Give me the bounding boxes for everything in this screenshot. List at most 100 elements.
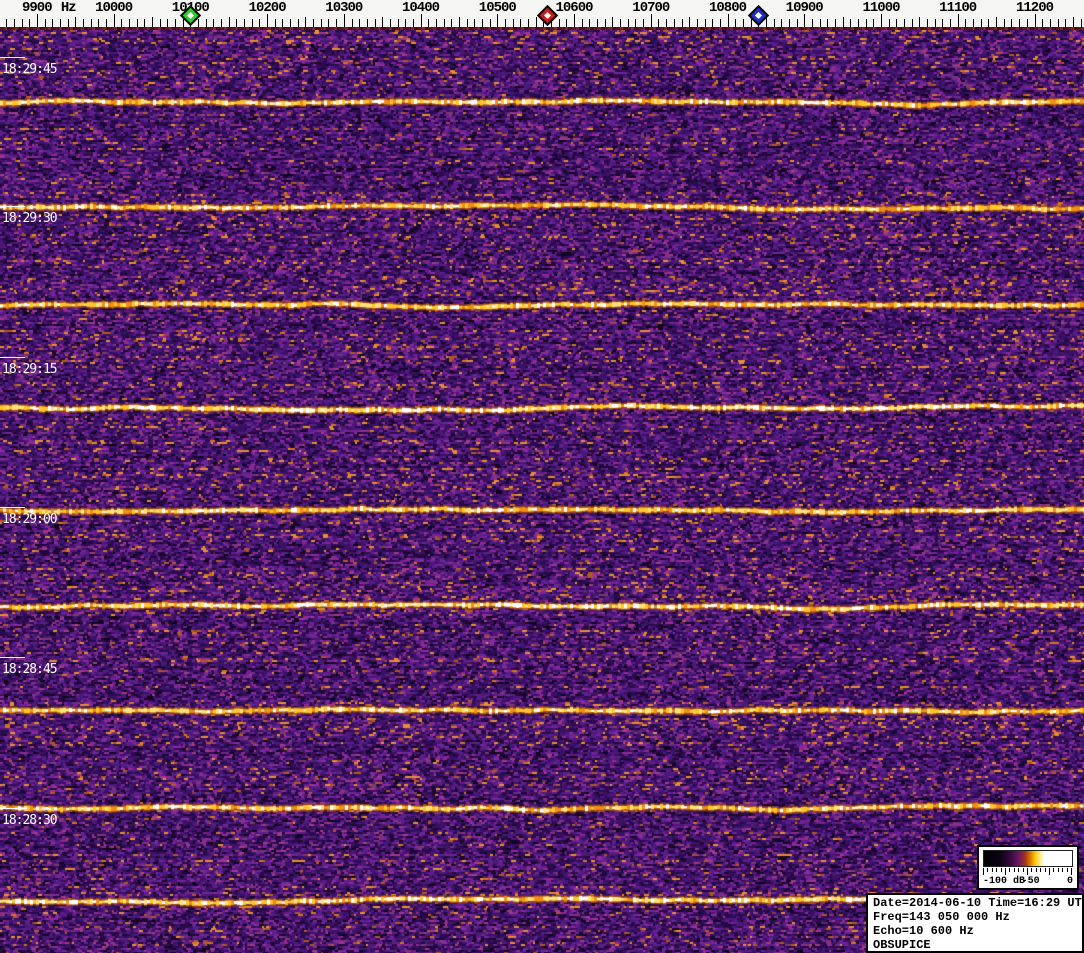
ruler-tick [520,19,522,27]
ruler-tick [996,17,998,27]
amplitude-legend: -100 dB -50 0 [977,845,1079,890]
ruler-tick [627,19,629,27]
ruler-tick [458,17,460,27]
ruler-tick [1057,19,1059,27]
ruler-tick [151,17,153,27]
ruler-tick [1049,19,1051,27]
legend-tick [1009,868,1011,872]
amplitude-legend-labels: -100 dB -50 0 [983,876,1073,888]
legend-tick [983,868,984,875]
marker-center-dot [754,11,762,20]
time-tick [0,357,25,358]
ruler-tick [428,19,430,27]
ruler-tick [228,17,230,27]
ruler-tick [435,19,437,27]
legend-tick [1035,868,1037,872]
ruler-tick [850,19,852,27]
ruler-tick [213,19,215,27]
ruler-tick [405,19,407,27]
ruler-tick [52,19,54,27]
ruler-tick [919,17,921,27]
ruler-tick [980,19,982,27]
ruler-tick [382,17,384,27]
ruler-tick [581,19,583,27]
ruler-tick [29,19,31,27]
ruler-tick [558,19,560,27]
ruler-tick [198,19,199,27]
ruler-tick [328,19,330,27]
ruler-tick [98,19,100,27]
ruler-tick [297,19,299,27]
ruler-tick [236,19,238,27]
ruler-tick [911,19,913,27]
ruler-tick [313,19,315,27]
ruler-label: 10700 [632,0,670,16]
ruler-tick [290,19,292,27]
ruler-label: 10000 [95,0,133,16]
time-tick [0,507,25,508]
ruler-tick [712,19,714,27]
ruler-tick [773,19,775,27]
amplitude-legend-ticks [983,868,1073,876]
ruler-tick [942,19,944,27]
ruler-tick [873,19,875,27]
legend-tick [1062,868,1064,872]
ruler-tick [351,19,353,27]
time-label: 18:29:30 [2,211,58,226]
ruler-tick [259,19,261,27]
ruler-tick [673,19,675,27]
ruler-tick [666,19,668,27]
ruler-tick [827,19,829,27]
ruler-tick [59,19,61,27]
ruler-label: 9900 [21,0,53,16]
ruler-tick [443,19,445,27]
ruler-tick [635,19,637,27]
legend-tick [1013,868,1015,872]
legend-tick [1053,868,1055,872]
ruler-tick [412,19,414,27]
ruler-tick [128,19,130,27]
ruler-tick [811,19,813,27]
ruler-tick [735,19,737,27]
frequency-ruler[interactable]: 9900100001010010200103001040010500106001… [0,0,1084,27]
ruler-label: 10900 [785,0,824,16]
ruler-tick [374,19,376,27]
ruler-tick [336,19,338,27]
ruler-label: 10600 [555,0,593,16]
spectrogram-waterfall[interactable] [0,30,1084,953]
ruler-label: 11200 [1015,0,1054,16]
ruler-tick [704,19,706,27]
info-frequency: Freq=143 050 000 Hz [873,910,1010,924]
legend-tick [991,868,993,872]
ruler-label: 10400 [401,0,440,16]
ruler-tick [658,19,660,27]
ruler-tick [474,19,476,27]
ruler-tick [589,19,591,27]
time-tick [0,206,25,207]
info-date-time: Date=2014-06-10 Time=16:29 UTC [873,896,1084,910]
legend-tick [1049,868,1050,875]
legend-mid-label: -50 [1021,876,1040,887]
time-tick [0,57,25,58]
ruler-tick [397,19,399,27]
legend-max-label: 0 [1066,876,1073,887]
ruler-tick [888,19,890,27]
ruler-tick [750,19,752,27]
ruler-tick [13,19,15,27]
ruler-tick [1026,19,1028,27]
legend-tick [1005,868,1006,875]
ruler-unit-label: Hz [60,0,77,16]
legend-tick [1071,868,1072,875]
ruler-tick [121,19,123,27]
ruler-tick [896,19,898,27]
ruler-tick [105,19,107,27]
ruler-tick [67,19,69,27]
ruler-tick [1019,19,1021,27]
ruler-tick [842,17,844,27]
ruler-label: 10300 [325,0,363,16]
amplitude-gradient-bar[interactable] [983,850,1073,867]
ruler-tick [389,19,391,27]
legend-tick [1044,868,1046,872]
ruler-tick [535,17,537,27]
legend-tick [1022,868,1024,872]
